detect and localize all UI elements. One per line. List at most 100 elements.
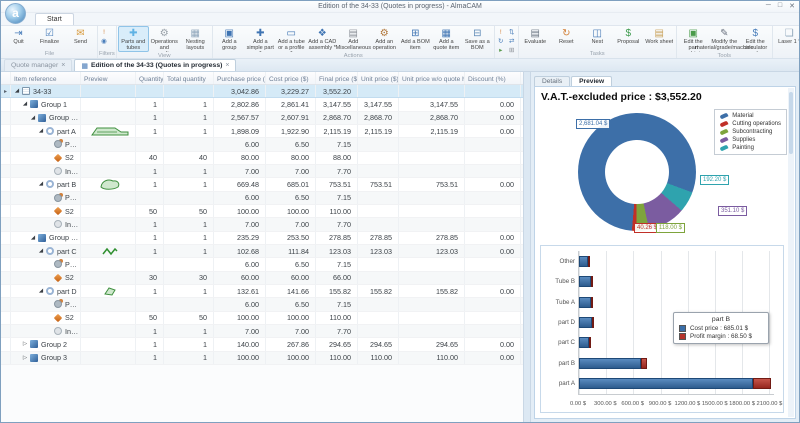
cell-unit-price[interactable] xyxy=(358,192,399,204)
expand-icon[interactable]: ▷ xyxy=(21,341,29,347)
cell-unit-price[interactable] xyxy=(358,205,399,217)
nest-button[interactable]: ◫Nest xyxy=(582,26,613,46)
add-simple-part-button[interactable]: ✚Add a simple part * xyxy=(245,26,276,53)
cell-discount[interactable] xyxy=(465,258,521,270)
cell-purchase-price[interactable]: 2,567.57 xyxy=(214,112,266,124)
add-group-button[interactable]: ▣Add a group xyxy=(214,26,245,52)
cell-total-quantity[interactable]: 1 xyxy=(164,165,214,177)
cell-unit-price-wo-hidden-costs[interactable]: 2,115.19 xyxy=(399,125,465,137)
cell-preview[interactable] xyxy=(81,98,136,110)
cell-cost-price[interactable]: 3,229.27 xyxy=(266,85,316,97)
save-as-bom-button[interactable]: ⊟Save as a BOM xyxy=(462,26,493,52)
nesting-layouts-button[interactable]: ▦Nesting layouts xyxy=(180,26,211,52)
cell-discount[interactable] xyxy=(465,298,521,310)
column-header-discount-[interactable]: Discount (%) xyxy=(465,72,521,84)
cell-discount[interactable]: 0.00 xyxy=(465,98,521,110)
cell-quantity[interactable] xyxy=(136,258,164,270)
cell-final-price[interactable]: 155.82 xyxy=(316,285,358,297)
quit-button[interactable]: ⇥Quit xyxy=(3,26,34,46)
collapse-icon[interactable]: ◢ xyxy=(37,288,45,294)
cell-cost-price[interactable]: 7.00 xyxy=(266,218,316,230)
row-indicator[interactable] xyxy=(1,178,11,190)
close-button[interactable]: ✕ xyxy=(789,2,795,10)
cell-discount[interactable] xyxy=(465,192,521,204)
grid-row[interactable]: Inox3117.007.007.70 xyxy=(1,325,523,338)
row-indicator[interactable] xyxy=(1,312,11,324)
cell-quantity[interactable]: 1 xyxy=(136,232,164,244)
cell-total-quantity[interactable]: 50 xyxy=(164,205,214,217)
cell-preview[interactable] xyxy=(81,232,136,244)
cell-preview[interactable] xyxy=(81,338,136,350)
cell-cost-price[interactable]: 2,861.41 xyxy=(266,98,316,110)
cell-final-price[interactable]: 294.65 xyxy=(316,338,358,350)
cell-item-reference[interactable]: Painting xyxy=(11,298,81,310)
cell-quantity[interactable]: 1 xyxy=(136,325,164,337)
row-indicator[interactable] xyxy=(1,298,11,310)
row-indicator[interactable] xyxy=(1,192,11,204)
close-tab-icon[interactable]: × xyxy=(225,62,229,69)
cell-total-quantity[interactable]: 30 xyxy=(164,272,214,284)
cell-preview[interactable] xyxy=(81,352,136,364)
cell-preview[interactable] xyxy=(81,192,136,204)
cell-preview[interactable] xyxy=(81,85,136,97)
collapse-icon[interactable]: ◢ xyxy=(37,128,45,134)
cell-cost-price[interactable]: 100.00 xyxy=(266,312,316,324)
cell-quantity[interactable]: 1 xyxy=(136,165,164,177)
collapse-icon[interactable]: ◢ xyxy=(37,181,45,187)
cell-item-reference[interactable]: ◢part D xyxy=(11,285,81,297)
grid-row[interactable]: ◢part A111,898.091,922.902,115.192,115.1… xyxy=(1,125,523,138)
cell-preview[interactable] xyxy=(81,272,136,284)
grid-row[interactable]: S2303060.0060.0066.00 xyxy=(1,272,523,285)
cell-purchase-price[interactable]: 2,802.86 xyxy=(214,98,266,110)
cell-final-price[interactable]: 7.70 xyxy=(316,165,358,177)
cell-purchase-price[interactable]: 1,898.09 xyxy=(214,125,266,137)
cell-purchase-price[interactable]: 140.00 xyxy=(214,338,266,350)
cell-quantity[interactable]: 1 xyxy=(136,285,164,297)
cell-unit-price-wo-hidden-costs[interactable] xyxy=(399,312,465,324)
ribbon-tab-start[interactable]: Start xyxy=(35,13,74,25)
cell-discount[interactable] xyxy=(465,205,521,217)
cell-item-reference[interactable]: Painting xyxy=(11,192,81,204)
cell-unit-price[interactable] xyxy=(358,312,399,324)
cell-unit-price[interactable] xyxy=(358,138,399,150)
cell-final-price[interactable]: 66.00 xyxy=(316,272,358,284)
cell-unit-price[interactable] xyxy=(358,298,399,310)
grid-row[interactable]: Painting6.006.507.15 xyxy=(1,258,523,271)
cell-quantity[interactable] xyxy=(136,138,164,150)
cell-purchase-price[interactable]: 669.48 xyxy=(214,178,266,190)
cell-discount[interactable]: 0.00 xyxy=(465,352,521,364)
grid-row[interactable]: Painting6.006.507.15 xyxy=(1,138,523,151)
cell-item-reference[interactable]: Inox3 xyxy=(11,165,81,177)
cell-item-reference[interactable]: S2 xyxy=(11,205,81,217)
cell-final-price[interactable]: 110.00 xyxy=(316,352,358,364)
cell-item-reference[interactable]: ◢Group 1 xyxy=(11,98,81,110)
cell-unit-price-wo-hidden-costs[interactable]: 294.65 xyxy=(399,338,465,350)
cell-final-price[interactable]: 2,115.19 xyxy=(316,125,358,137)
cell-item-reference[interactable]: ▷Group 2 xyxy=(11,338,81,350)
column-header-preview[interactable]: Preview xyxy=(81,72,136,84)
cell-unit-price-wo-hidden-costs[interactable] xyxy=(399,325,465,337)
cell-cost-price[interactable]: 6.50 xyxy=(266,192,316,204)
cell-unit-price-wo-hidden-costs[interactable] xyxy=(399,192,465,204)
proposal-button[interactable]: $Proposal xyxy=(613,26,644,46)
cell-unit-price[interactable]: 278.85 xyxy=(358,232,399,244)
cell-preview[interactable] xyxy=(81,112,136,124)
cell-unit-price-wo-hidden-costs[interactable] xyxy=(399,218,465,230)
cell-discount[interactable]: 0.00 xyxy=(465,178,521,190)
cell-cost-price[interactable]: 7.00 xyxy=(266,325,316,337)
cell-final-price[interactable]: 110.00 xyxy=(316,205,358,217)
cell-item-reference[interactable]: Painting xyxy=(11,138,81,150)
cell-item-reference[interactable]: S2 xyxy=(11,272,81,284)
expand-button[interactable]: ▸ xyxy=(496,46,506,55)
cell-unit-price-wo-hidden-costs[interactable] xyxy=(399,205,465,217)
cell-final-price[interactable]: 110.00 xyxy=(316,312,358,324)
cell-preview[interactable] xyxy=(81,152,136,164)
cell-unit-price[interactable]: 3,147.55 xyxy=(358,98,399,110)
grid-row[interactable]: S25050100.00100.00110.00 xyxy=(1,312,523,325)
cell-unit-price-wo-hidden-costs[interactable] xyxy=(399,272,465,284)
send-button[interactable]: ✉Send xyxy=(65,26,96,46)
cell-preview[interactable] xyxy=(81,245,136,257)
cell-final-price[interactable]: 3,147.55 xyxy=(316,98,358,110)
grid-row[interactable]: Painting6.006.507.15 xyxy=(1,192,523,205)
cell-discount[interactable]: 0.00 xyxy=(465,125,521,137)
